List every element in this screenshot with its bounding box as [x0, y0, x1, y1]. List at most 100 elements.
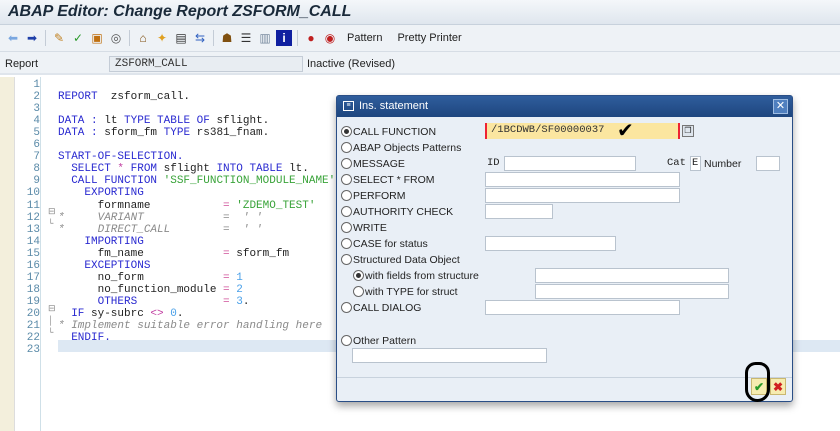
- message-number-label: Number: [704, 158, 742, 170]
- where-used-icon[interactable]: ⌂: [135, 30, 151, 46]
- perform-input[interactable]: [485, 188, 680, 203]
- forward-icon[interactable]: ➡: [24, 30, 40, 46]
- code-token: INTO TABLE: [216, 163, 283, 176]
- code-line[interactable]: CALL FUNCTION 'SSF_FUNCTION_MODULE_NAME': [58, 175, 335, 187]
- radio-option-case-for-status[interactable]: CASE for status: [341, 236, 428, 251]
- cancel-x-icon[interactable]: ✖: [770, 378, 786, 395]
- breakpoint-icon[interactable]: ✦: [154, 30, 170, 46]
- fold-collapse-icon[interactable]: ⊟: [48, 207, 56, 217]
- code-token: 0: [163, 307, 177, 320]
- code-line[interactable]: fm_name = sform_fm: [58, 248, 289, 260]
- radio-option-abap-objects-patterns[interactable]: ABAP Objects Patterns: [341, 140, 461, 155]
- authority-check-input[interactable]: [485, 204, 553, 219]
- code-line[interactable]: ENDIF.: [58, 332, 111, 344]
- line-number: 4: [33, 115, 40, 128]
- toggle-edit-icon[interactable]: ✎: [51, 30, 67, 46]
- activate-icon[interactable]: ▣: [89, 30, 105, 46]
- user-icon[interactable]: ◉: [322, 30, 338, 46]
- line-number: 14: [26, 235, 40, 248]
- type-for-struct-input[interactable]: [535, 284, 729, 299]
- code-line[interactable]: no_function_module = 2: [58, 284, 243, 296]
- radio-button[interactable]: [341, 190, 352, 201]
- code-line[interactable]: OTHERS = 3.: [58, 296, 250, 308]
- code-line[interactable]: * VARIANT = ' ': [58, 212, 263, 224]
- info-icon[interactable]: i: [276, 30, 292, 46]
- code-line[interactable]: formname = 'ZDEMO_TEST': [58, 200, 316, 212]
- dialog-footer-divider: [337, 377, 792, 378]
- fold-collapse-icon[interactable]: ⊟: [48, 304, 56, 314]
- pattern-button[interactable]: Pattern: [347, 32, 382, 44]
- fold-line-icon: │: [48, 316, 54, 326]
- code-token: lt: [104, 115, 125, 128]
- radio-button[interactable]: [341, 142, 352, 153]
- code-token: 2: [229, 283, 243, 296]
- function-name-input[interactable]: /1BCDWB/SF00000037 ✔: [485, 121, 680, 144]
- code-line[interactable]: DATA : sform_fm TYPE rs381_fnam.: [58, 127, 269, 139]
- radio-button[interactable]: [341, 335, 352, 346]
- close-icon[interactable]: ✕: [773, 99, 788, 114]
- radio-button[interactable]: [341, 174, 352, 185]
- code-line[interactable]: DATA : lt TYPE TABLE OF sflight.: [58, 115, 269, 127]
- radio-option-select-from[interactable]: SELECT * FROM: [341, 172, 435, 187]
- option-label: Structured Data Object: [353, 253, 460, 266]
- radio-option-with-fields-from-structure[interactable]: with fields from structure: [353, 268, 479, 283]
- code-token: sy-subrc: [84, 307, 151, 320]
- call-dialog-input[interactable]: [485, 300, 680, 315]
- code-line[interactable]: SELECT * FROM sflight INTO TABLE lt.: [58, 163, 309, 175]
- code-line[interactable]: IF sy-subrc <> 0.: [58, 308, 183, 320]
- fields-from-structure-input[interactable]: [535, 268, 729, 283]
- radio-button[interactable]: [353, 286, 364, 297]
- code-line[interactable]: REPORT zsform_call.: [58, 91, 190, 103]
- other-pattern-input[interactable]: [352, 348, 547, 363]
- radio-option-call-function[interactable]: CALL FUNCTION: [341, 124, 436, 139]
- radio-option-structured-data-object[interactable]: Structured Data Object: [341, 252, 460, 267]
- radio-button[interactable]: [353, 270, 364, 281]
- line-number: 6: [33, 139, 40, 152]
- code-line[interactable]: * DIRECT_CALL = ' ': [58, 224, 263, 236]
- code-line[interactable]: * Implement suitable error handling here: [58, 320, 322, 332]
- code-token: <>: [150, 307, 164, 320]
- message-number-input[interactable]: [756, 156, 780, 171]
- code-line[interactable]: EXCEPTIONS: [58, 260, 150, 272]
- hierarchy-icon[interactable]: ☗: [219, 30, 235, 46]
- select-from-input[interactable]: [485, 172, 680, 187]
- code-line[interactable]: EXPORTING: [58, 187, 143, 199]
- radio-option-write[interactable]: WRITE: [341, 220, 387, 235]
- radio-button[interactable]: [341, 238, 352, 249]
- stack-icon[interactable]: ☰: [238, 30, 254, 46]
- radio-button[interactable]: [341, 302, 352, 313]
- option-label: MESSAGE: [353, 157, 405, 170]
- navigate-icon[interactable]: ⇆: [192, 30, 208, 46]
- code-line[interactable]: IMPORTING: [58, 236, 143, 248]
- radio-option-call-dialog[interactable]: CALL DIALOG: [341, 300, 421, 315]
- radio-button[interactable]: [341, 158, 352, 169]
- radio-option-message[interactable]: MESSAGE: [341, 156, 405, 171]
- display-object-list-icon[interactable]: ▤: [173, 30, 189, 46]
- option-label: PERFORM: [353, 189, 406, 202]
- radio-option-perform[interactable]: PERFORM: [341, 188, 406, 203]
- message-id-input[interactable]: [504, 156, 636, 171]
- bookmark-icon[interactable]: ●: [303, 30, 319, 46]
- check-icon[interactable]: ✓: [70, 30, 86, 46]
- message-cat-input[interactable]: E: [690, 156, 701, 171]
- layout-icon[interactable]: ▥: [257, 30, 273, 46]
- code-line[interactable]: START-OF-SELECTION.: [58, 151, 183, 163]
- radio-button[interactable]: [341, 254, 352, 265]
- value-help-icon[interactable]: ❐: [682, 125, 694, 137]
- pretty-printer-button[interactable]: Pretty Printer: [397, 32, 461, 44]
- test-icon[interactable]: ◎: [108, 30, 124, 46]
- case-status-input[interactable]: [485, 236, 616, 251]
- radio-button[interactable]: [341, 206, 352, 217]
- code-line[interactable]: no_form = 1: [58, 272, 243, 284]
- radio-option-with-type-for-struct[interactable]: with TYPE for struct: [353, 284, 458, 299]
- radio-button[interactable]: [341, 126, 352, 137]
- radio-option-other-pattern[interactable]: Other Pattern: [341, 333, 416, 348]
- code-token: :: [84, 127, 105, 140]
- line-number: 23: [26, 344, 40, 357]
- radio-button[interactable]: [341, 222, 352, 233]
- code-token: 1: [229, 271, 243, 284]
- line-number: 1: [33, 79, 40, 91]
- radio-option-authority-check[interactable]: AUTHORITY CHECK: [341, 204, 453, 219]
- code-token: no_form: [58, 271, 224, 284]
- back-icon[interactable]: ⬅: [5, 30, 21, 46]
